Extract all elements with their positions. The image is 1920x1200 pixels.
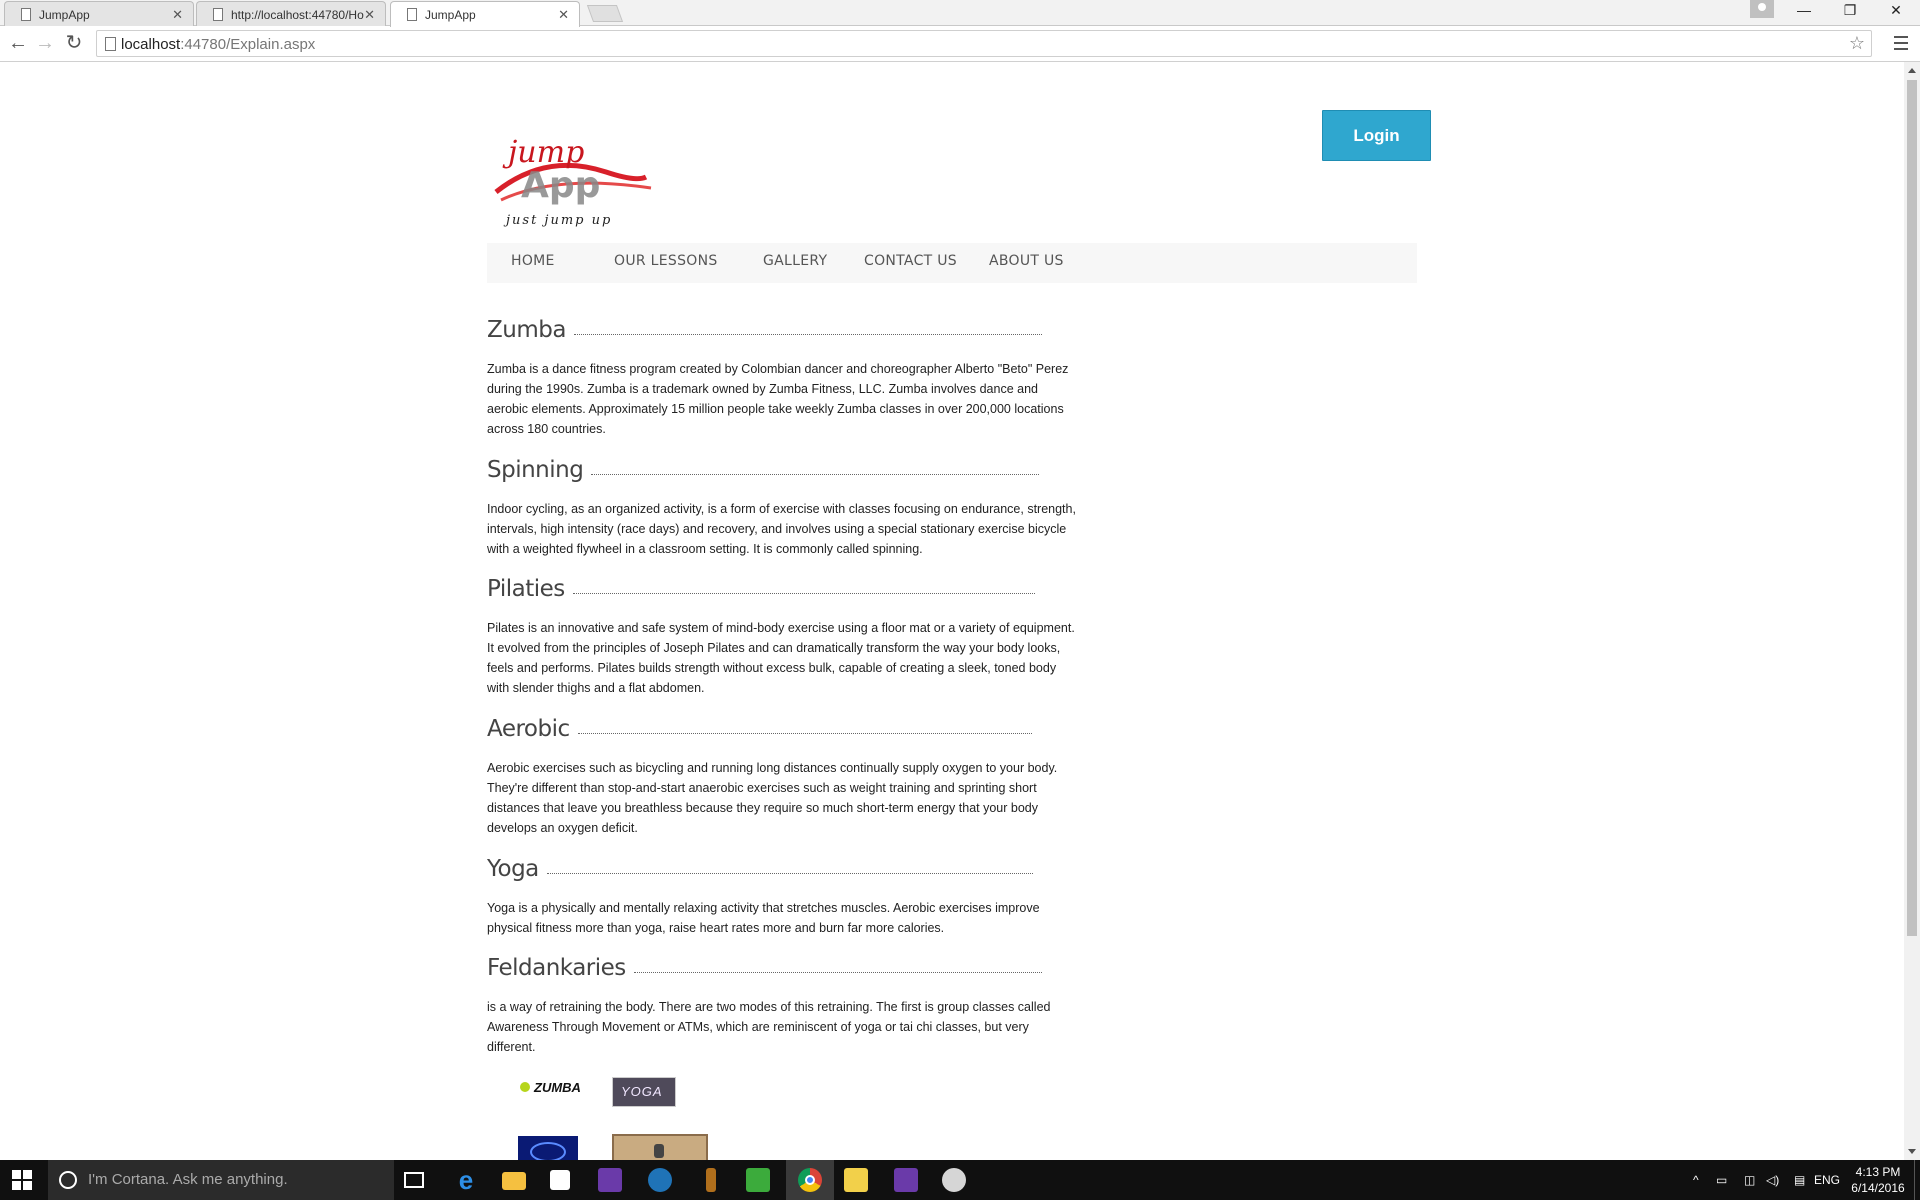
section-spinning: Spinning Indoor cycling, as an organized… xyxy=(487,455,1077,559)
tab-localhost[interactable]: http://localhost:44780/Ho ✕ xyxy=(196,1,386,26)
title-divider xyxy=(633,971,1042,973)
volume-icon[interactable]: ◁) xyxy=(1766,1160,1779,1200)
visual-studio-icon[interactable] xyxy=(598,1168,622,1192)
tab-jumpapp-active[interactable]: JumpApp ✕ xyxy=(390,1,580,27)
reload-icon[interactable]: ↻ xyxy=(62,32,86,56)
tray-chevron-icon[interactable]: ^ xyxy=(1693,1160,1699,1200)
section-text: is a way of retraining the body. There a… xyxy=(487,1000,1051,1054)
logo-tagline: just jump up xyxy=(503,213,612,228)
tab-strip: JumpApp ✕ http://localhost:44780/Ho ✕ Ju… xyxy=(0,0,1920,27)
address-url[interactable]: localhost:44780/Explain.aspx xyxy=(121,36,315,53)
bookmark-star-icon[interactable]: ☆ xyxy=(1849,33,1865,54)
section-pilaties: Pilaties Pilates is an innovative and sa… xyxy=(487,574,1077,698)
new-tab-button[interactable] xyxy=(586,5,624,22)
scroll-up-icon[interactable] xyxy=(1908,68,1916,73)
address-bar[interactable]: localhost:44780/Explain.aspx ☆ xyxy=(96,30,1872,57)
section-yoga: Yoga Yoga is a physically and mentally r… xyxy=(487,854,1077,938)
spinning-thumbnail[interactable] xyxy=(612,1134,708,1160)
tab-jumpapp-1[interactable]: JumpApp ✕ xyxy=(4,1,194,26)
nav-our-lessons[interactable]: OUR LESSONS xyxy=(614,253,718,269)
logo-app-text: App xyxy=(521,165,600,206)
paint-icon[interactable] xyxy=(942,1168,966,1192)
main-nav: HOME OUR LESSONS GALLERY CONTACT US ABOU… xyxy=(487,243,1417,283)
nav-home[interactable]: HOME xyxy=(511,253,555,269)
excel-icon[interactable] xyxy=(746,1168,770,1192)
page-icon xyxy=(21,8,31,21)
nav-contact-us[interactable]: CONTACT US xyxy=(864,253,957,269)
profile-icon[interactable] xyxy=(1750,0,1774,18)
task-view-icon[interactable] xyxy=(404,1172,424,1188)
page-icon xyxy=(105,37,116,51)
title-divider xyxy=(577,732,1032,734)
tab-title: JumpApp xyxy=(39,8,90,22)
taskbar-clock[interactable]: 4:13 PM 6/14/2016 xyxy=(1848,1164,1908,1196)
section-title: Yoga xyxy=(487,854,1077,884)
login-button[interactable]: Login xyxy=(1322,110,1431,161)
vertical-scrollbar[interactable] xyxy=(1904,62,1920,1160)
title-divider xyxy=(572,592,1035,594)
section-feldankaries: Feldankaries is a way of retraining the … xyxy=(487,953,1077,1057)
network-icon[interactable]: ◫ xyxy=(1744,1160,1755,1200)
pilates-thumbnail[interactable] xyxy=(518,1136,578,1160)
title-divider xyxy=(591,473,1040,475)
pilates-figure-icon xyxy=(530,1142,566,1160)
page-icon xyxy=(213,8,223,21)
folder-icon[interactable] xyxy=(844,1168,868,1192)
battery-icon[interactable]: ▭ xyxy=(1716,1160,1727,1200)
language-indicator[interactable]: ENG xyxy=(1814,1160,1840,1200)
forward-arrow-icon[interactable]: → xyxy=(33,32,57,56)
nav-gallery[interactable]: GALLERY xyxy=(763,253,827,269)
scrollbar-thumb[interactable] xyxy=(1907,80,1917,936)
zumba-thumbnail[interactable]: ZUMBA xyxy=(516,1076,581,1104)
window-close-icon[interactable]: ✕ xyxy=(1876,2,1916,24)
yoga-thumbnail[interactable]: YOGA xyxy=(612,1077,676,1107)
chrome-taskbar-active[interactable] xyxy=(786,1160,834,1200)
restore-icon[interactable]: ❐ xyxy=(1830,2,1870,24)
browser-menu-icon[interactable] xyxy=(1894,32,1908,56)
close-icon[interactable]: ✕ xyxy=(558,7,569,23)
section-text: Pilates is an innovative and safe system… xyxy=(487,621,1075,695)
browser-window: JumpApp ✕ http://localhost:44780/Ho ✕ Ju… xyxy=(0,0,1920,1200)
browser-toolbar: ← → ↻ localhost:44780/Explain.aspx ☆ xyxy=(0,26,1920,62)
section-title: Spinning xyxy=(487,455,1077,485)
store-icon[interactable] xyxy=(550,1170,570,1190)
tab-title: http://localhost:44780/Ho xyxy=(231,8,364,22)
bike-icon xyxy=(654,1144,664,1158)
tab-title: JumpApp xyxy=(425,8,476,22)
zumba-logo-icon xyxy=(520,1082,530,1092)
section-text: Zumba is a dance fitness program created… xyxy=(487,362,1069,436)
cortana-icon xyxy=(59,1171,77,1189)
show-desktop-button[interactable] xyxy=(1914,1160,1920,1200)
section-text: Indoor cycling, as an organized activity… xyxy=(487,502,1076,556)
jumpapp-logo[interactable]: jump App just jump up xyxy=(486,132,656,232)
edge-icon[interactable]: e xyxy=(454,1167,478,1193)
visual-studio-icon[interactable] xyxy=(894,1168,918,1192)
page-viewport: Login jump App just jump up HOME OUR LES… xyxy=(0,62,1904,1160)
section-title: Pilaties xyxy=(487,574,1077,604)
section-title: Feldankaries xyxy=(487,953,1077,983)
section-zumba: Zumba Zumba is a dance fitness program c… xyxy=(487,315,1077,439)
app-icon[interactable] xyxy=(648,1168,672,1192)
section-title: Zumba xyxy=(487,315,1077,345)
nav-about-us[interactable]: ABOUT US xyxy=(989,253,1064,269)
page-icon xyxy=(407,8,417,21)
section-aerobic: Aerobic Aerobic exercises such as bicycl… xyxy=(487,714,1077,838)
section-text: Yoga is a physically and mentally relaxi… xyxy=(487,901,1040,935)
minimize-icon[interactable]: — xyxy=(1784,2,1824,24)
section-text: Aerobic exercises such as bicycling and … xyxy=(487,761,1058,835)
chrome-icon xyxy=(798,1168,822,1192)
scroll-down-icon[interactable] xyxy=(1908,1149,1916,1154)
close-icon[interactable]: ✕ xyxy=(364,7,375,23)
title-divider xyxy=(546,872,1033,874)
windows-taskbar: I'm Cortana. Ask me anything. e ^ ▭ ◫ ◁)… xyxy=(0,1160,1920,1200)
file-explorer-icon[interactable] xyxy=(502,1172,526,1190)
section-title: Aerobic xyxy=(487,714,1077,744)
notifications-icon[interactable]: ▤ xyxy=(1794,1160,1805,1200)
back-arrow-icon[interactable]: ← xyxy=(6,32,30,56)
app-icon[interactable] xyxy=(706,1168,716,1192)
title-divider xyxy=(573,333,1042,335)
close-icon[interactable]: ✕ xyxy=(172,7,183,23)
windows-start-icon[interactable] xyxy=(12,1170,32,1190)
cortana-search-box[interactable]: I'm Cortana. Ask me anything. xyxy=(48,1160,394,1200)
